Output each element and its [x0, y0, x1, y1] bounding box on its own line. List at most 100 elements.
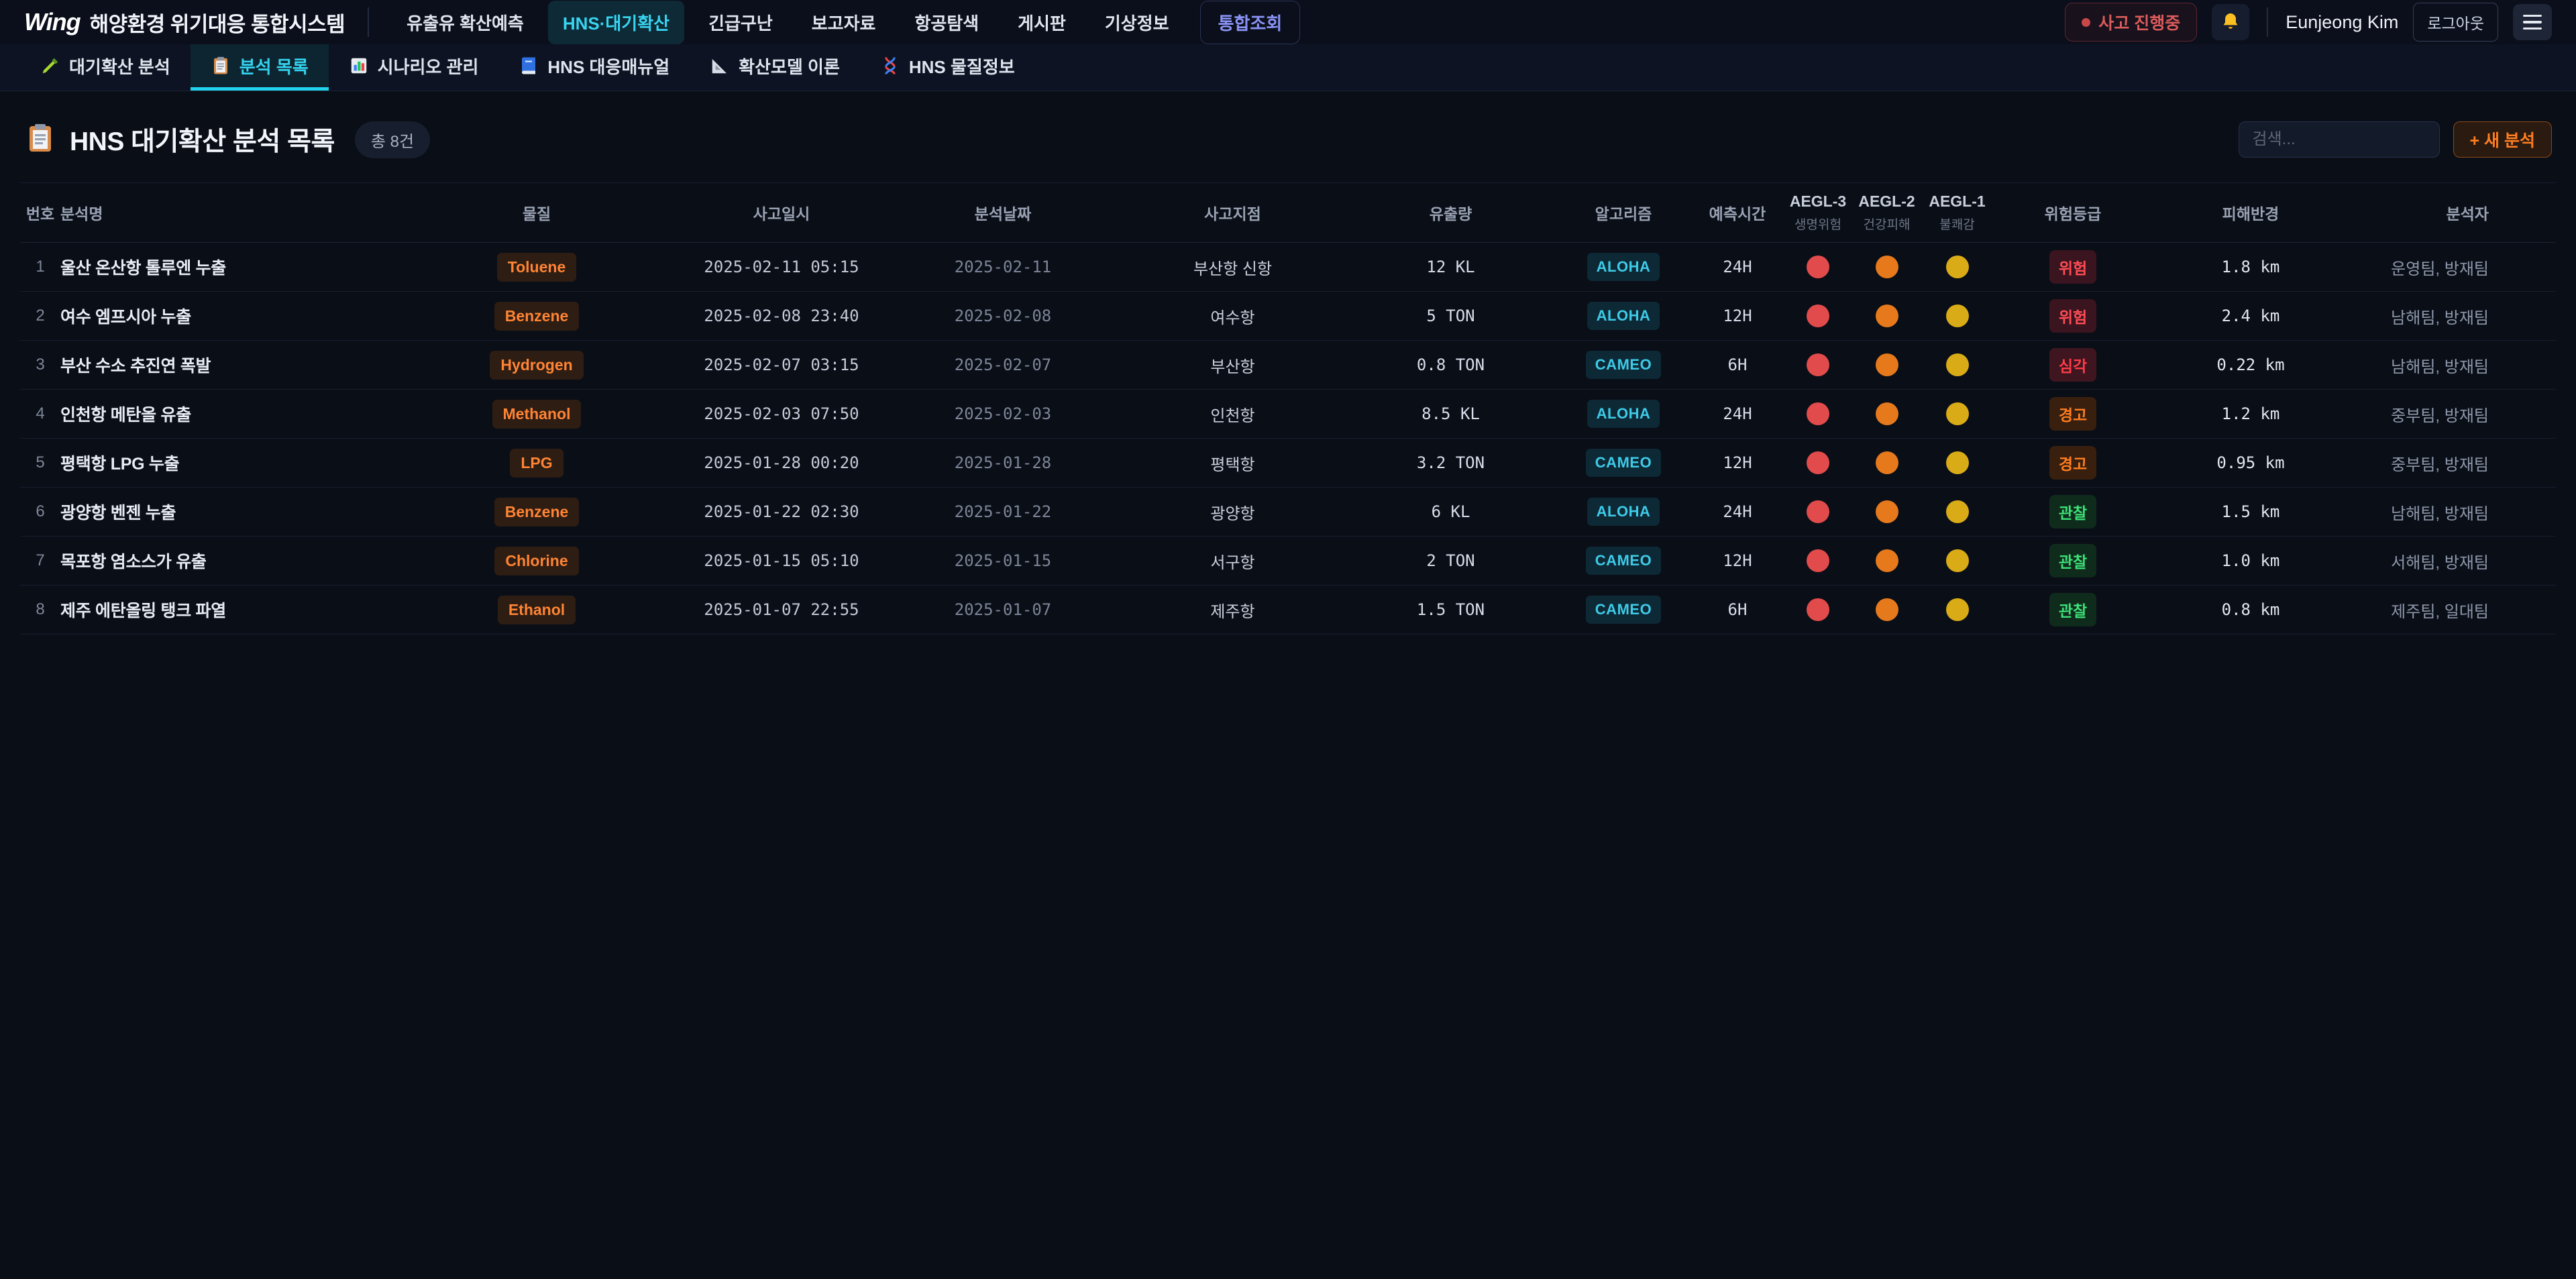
- algorithm-cell: ALOHA: [1556, 498, 1690, 526]
- column-header-aegl3: AEGL-3생명위험: [1784, 192, 1851, 233]
- analysis-date: 2025-02-07: [885, 355, 1120, 374]
- aegl2-indicator: [1851, 256, 1922, 278]
- nav-item[interactable]: 긴급구난: [694, 1, 788, 44]
- analyst: 서해팀, 방재팀: [2348, 549, 2556, 573]
- column-header-substance: 물질: [396, 201, 678, 224]
- substance-cell: LPG: [396, 449, 678, 478]
- aegl2-indicator: [1851, 353, 1922, 376]
- column-header-analyst: 분석자: [2348, 201, 2556, 224]
- app-logo[interactable]: Wing 해양환경 위기대응 통합시스템: [24, 7, 345, 38]
- aegl2-indicator: [1851, 598, 1922, 621]
- algorithm-cell: ALOHA: [1556, 400, 1690, 428]
- analysis-date: 2025-01-28: [885, 453, 1120, 472]
- table-row[interactable]: 2여수 엠프시아 누출Benzene2025-02-08 23:402025-0…: [20, 292, 2556, 341]
- column-header-amount: 유출량: [1345, 201, 1556, 224]
- algorithm-badge: ALOHA: [1587, 498, 1660, 526]
- tab-label: HNS 대응매뉴얼: [547, 54, 669, 78]
- tab[interactable]: 분석 목록: [191, 44, 329, 91]
- risk-cell: 관찰: [1992, 593, 2153, 626]
- tab[interactable]: HNS 물질정보: [860, 44, 1035, 91]
- aegl1-dot-icon: [1946, 353, 1969, 376]
- analysis-name: 울산 온산항 톨루엔 누출: [60, 255, 396, 279]
- analysis-date: 2025-01-15: [885, 551, 1120, 570]
- nav-item[interactable]: 기상정보: [1090, 1, 1184, 44]
- tab[interactable]: 시나리오 관리: [329, 44, 499, 91]
- analysis-name: 평택항 LPG 누출: [60, 451, 396, 475]
- row-number: 7: [20, 551, 60, 570]
- new-analysis-button[interactable]: + 새 분석: [2453, 121, 2553, 158]
- incident-location: 부산항 신항: [1120, 256, 1345, 279]
- spill-amount: 6 KL: [1345, 502, 1556, 521]
- aegl3-dot-icon: [1807, 598, 1829, 621]
- forecast-time: 24H: [1690, 404, 1784, 423]
- bar-chart-icon: [349, 56, 369, 76]
- table-row[interactable]: 1울산 온산항 톨루엔 누출Toluene2025-02-11 05:15202…: [20, 243, 2556, 292]
- spill-amount: 1.5 TON: [1345, 600, 1556, 619]
- table-row[interactable]: 6광양항 벤젠 누출Benzene2025-01-22 02:302025-01…: [20, 488, 2556, 537]
- logout-button[interactable]: 로그아웃: [2413, 3, 2498, 42]
- incident-location: 여수항: [1120, 304, 1345, 328]
- aegl3-dot-icon: [1807, 500, 1829, 523]
- spill-amount: 12 KL: [1345, 258, 1556, 276]
- substance-cell: Ethanol: [396, 596, 678, 624]
- nav-item[interactable]: 게시판: [1003, 1, 1081, 44]
- user-name: Eunjeong Kim: [2286, 12, 2398, 33]
- tab-label: 분석 목록: [239, 54, 309, 78]
- aegl3-indicator: [1784, 402, 1851, 425]
- row-number: 2: [20, 307, 60, 325]
- aegl2-dot-icon: [1876, 304, 1898, 327]
- risk-cell: 관찰: [1992, 495, 2153, 529]
- tab-label: HNS 물질정보: [909, 54, 1015, 78]
- wing-logo-icon: Wing: [24, 8, 80, 36]
- aegl2-dot-icon: [1876, 256, 1898, 278]
- page-title-group: HNS 대기확산 분석 목록 총 8건: [24, 121, 430, 158]
- aegl1-indicator: [1922, 304, 1992, 327]
- table-row[interactable]: 7목포항 염소스가 유출Chlorine2025-01-15 05:102025…: [20, 537, 2556, 586]
- spill-amount: 5 TON: [1345, 307, 1556, 325]
- aegl3-indicator: [1784, 304, 1851, 327]
- incident-datetime: 2025-02-08 23:40: [678, 307, 885, 325]
- table-row[interactable]: 4인천항 메탄올 유출Methanol2025-02-03 07:502025-…: [20, 390, 2556, 439]
- risk-cell: 경고: [1992, 446, 2153, 480]
- analysis-name: 광양항 벤젠 누출: [60, 500, 396, 524]
- tab[interactable]: HNS 대응매뉴얼: [498, 44, 690, 91]
- aegl1-dot-icon: [1946, 402, 1969, 425]
- spill-amount: 3.2 TON: [1345, 453, 1556, 472]
- aegl2-indicator: [1851, 500, 1922, 523]
- aegl2-indicator: [1851, 549, 1922, 572]
- incident-datetime: 2025-02-03 07:50: [678, 404, 885, 423]
- notifications-button[interactable]: [2212, 4, 2249, 40]
- algorithm-badge: ALOHA: [1587, 253, 1660, 281]
- table-row[interactable]: 8제주 에탄올링 탱크 파열Ethanol2025-01-07 22:55202…: [20, 586, 2556, 634]
- column-header-aegl2: AEGL-2건강피해: [1851, 192, 1922, 233]
- page-actions: + 새 분석: [2239, 121, 2553, 158]
- forecast-time: 24H: [1690, 258, 1784, 276]
- tab[interactable]: 확산모델 이론: [690, 44, 860, 91]
- total-count-badge: 총 8건: [355, 121, 430, 158]
- nav-item[interactable]: 보고자료: [797, 1, 891, 44]
- incident-datetime: 2025-01-15 05:10: [678, 551, 885, 570]
- nav-item[interactable]: HNS·대기확산: [548, 1, 684, 44]
- table-row[interactable]: 5평택항 LPG 누출LPG2025-01-28 00:202025-01-28…: [20, 439, 2556, 488]
- hamburger-menu-icon[interactable]: [2513, 4, 2552, 40]
- row-number: 8: [20, 600, 60, 619]
- nav-item[interactable]: 항공탐색: [900, 1, 994, 44]
- table-row[interactable]: 3부산 수소 추진연 폭발Hydrogen2025-02-07 03:15202…: [20, 341, 2556, 390]
- substance-badge: Benzene: [494, 498, 580, 526]
- column-header-name: 분석명: [60, 201, 396, 224]
- nav-item[interactable]: 유출유 확산예측: [392, 1, 539, 44]
- incident-datetime: 2025-01-28 00:20: [678, 453, 885, 472]
- search-input[interactable]: [2239, 121, 2440, 158]
- spill-amount: 0.8 TON: [1345, 355, 1556, 374]
- aegl2-indicator: [1851, 451, 1922, 474]
- aegl1-dot-icon: [1946, 451, 1969, 474]
- algorithm-badge: ALOHA: [1587, 400, 1660, 428]
- column-header-incident-datetime: 사고일시: [678, 201, 885, 224]
- aegl2-dot-icon: [1876, 451, 1898, 474]
- aegl3-dot-icon: [1807, 304, 1829, 327]
- incident-datetime: 2025-01-07 22:55: [678, 600, 885, 619]
- nav-item[interactable]: 통합조회: [1200, 1, 1301, 44]
- aegl1-indicator: [1922, 549, 1992, 572]
- tab[interactable]: 대기확산 분석: [20, 44, 191, 91]
- damage-radius: 1.0 km: [2153, 551, 2348, 570]
